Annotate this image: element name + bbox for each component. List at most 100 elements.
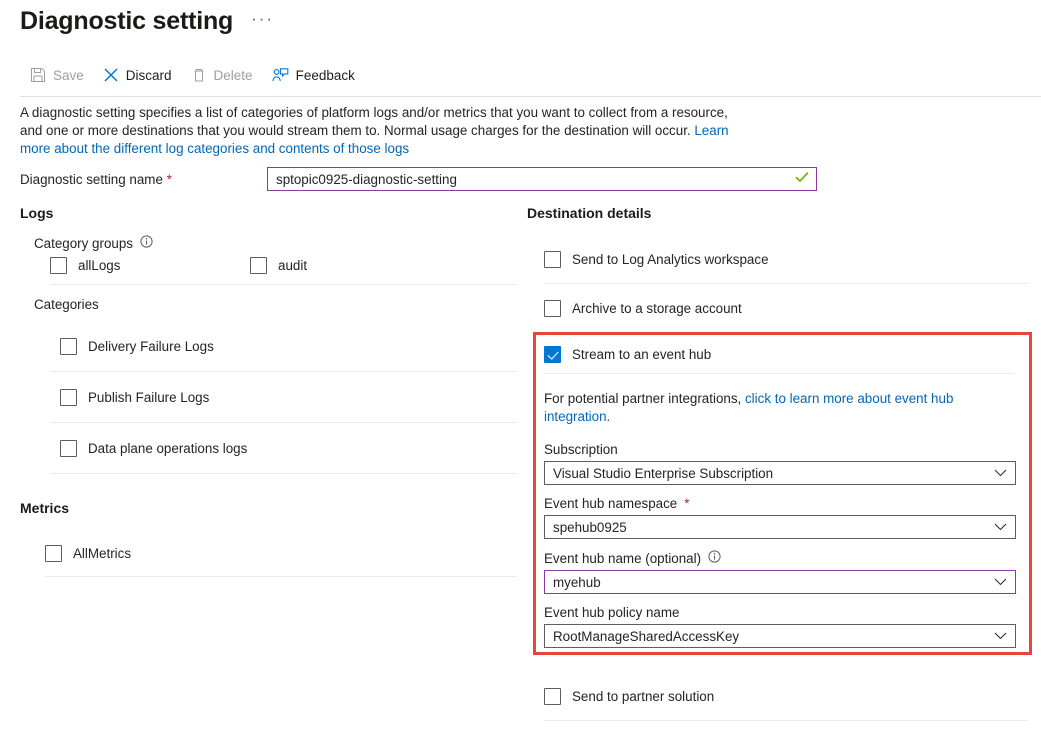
checkbox-label: Archive to a storage account [572,301,742,316]
chevron-down-icon [994,520,1007,535]
discard-label: Discard [126,68,172,83]
diagnostic-setting-name-field[interactable] [267,167,817,191]
category-groups-label-row: Category groups [34,235,517,251]
destination-column: Destination details Send to Log Analytic… [527,205,1028,333]
event-hub-name-label-row: Event hub name (optional) [544,550,1014,566]
category-groups-label: Category groups [34,236,133,251]
event-hub-namespace-label-row: Event hub namespace * [544,496,1014,511]
checkbox-data-plane-operations-logs[interactable]: Data plane operations logs [60,440,247,457]
destination-row-event-hub: Stream to an event hub [544,336,1014,373]
diagnostic-setting-name-row: Diagnostic setting name * [20,167,817,191]
save-icon [30,67,46,83]
more-options-ellipsis-icon[interactable]: ··· [247,6,278,36]
event-hub-policy-name-value: RootManageSharedAccessKey [553,629,739,644]
event-hub-name-dropdown[interactable]: myehub [544,570,1016,594]
event-hub-namespace-dropdown[interactable]: spehub0925 [544,515,1016,539]
chevron-down-icon [994,466,1007,481]
event-hub-name-label: Event hub name (optional) [544,551,701,566]
checkbox-label: Delivery Failure Logs [88,339,214,354]
categories-label: Categories [34,297,517,312]
subscription-dropdown[interactable]: Visual Studio Enterprise Subscription [544,461,1016,485]
save-label: Save [53,68,84,83]
partner-integration-note: For potential partner integrations, clic… [544,390,1014,426]
info-icon[interactable] [708,550,721,566]
checkbox-label: audit [278,258,307,273]
diagnostic-setting-name-label: Diagnostic setting name * [20,172,267,187]
diagnostic-setting-name-input[interactable] [268,168,816,190]
field-event-hub-policy-name: Event hub policy name RootManageSharedAc… [544,605,1014,648]
delete-label: Delete [214,68,253,83]
checkbox-send-to-partner-solution[interactable]: Send to partner solution [544,688,714,705]
event-hub-namespace-value: spehub0925 [553,520,627,535]
checkbox-stream-to-event-hub[interactable]: Stream to an event hub [544,346,711,363]
info-icon[interactable] [140,235,153,251]
checkbox-box [250,257,267,274]
checkbox-box [60,338,77,355]
diagnostic-setting-blade: Diagnostic setting ··· Save Discard Dele… [0,0,1041,729]
checkbox-publish-failure-logs[interactable]: Publish Failure Logs [60,389,209,406]
checkbox-delivery-failure-logs[interactable]: Delivery Failure Logs [60,338,214,355]
event-hub-policy-name-dropdown[interactable]: RootManageSharedAccessKey [544,624,1016,648]
discard-icon [103,67,119,83]
checkbox-allmetrics[interactable]: AllMetrics [45,545,131,562]
description-text: A diagnostic setting specifies a list of… [20,105,728,138]
delete-button[interactable]: Delete [183,63,264,87]
required-asterisk: * [167,172,172,187]
category-row-data-plane-operations-logs: Data plane operations logs [60,423,517,473]
checkbox-label: Send to Log Analytics workspace [572,252,769,267]
event-hub-policy-name-label: Event hub policy name [544,605,679,620]
partner-note-text: For potential partner integrations, [544,391,745,406]
event-hub-name-value: myehub [553,575,601,590]
trash-icon [191,67,207,83]
checkbox-label: AllMetrics [73,546,131,561]
checkbox-box [60,440,77,457]
destination-row-storage-account: Archive to a storage account [544,284,1028,332]
metrics-row-allmetrics: AllMetrics [45,530,517,576]
chevron-down-icon [994,629,1007,644]
discard-button[interactable]: Discard [95,63,183,87]
checkbox-box [45,545,62,562]
checkbox-box [50,257,67,274]
destination-row-partner-solution: Send to partner solution [544,672,1028,720]
checkbox-box [544,251,561,268]
required-asterisk: * [684,496,689,511]
checkbox-send-to-log-analytics[interactable]: Send to Log Analytics workspace [544,251,769,268]
page-title: Diagnostic setting [20,4,233,38]
checkbox-audit[interactable]: audit [250,257,307,274]
feedback-button[interactable]: Feedback [264,63,366,87]
logs-column: Logs Category groups allLogs audit Categ… [20,205,517,577]
field-event-hub-name: Event hub name (optional) myehub [544,550,1014,594]
checkbox-label: allLogs [78,258,120,273]
event-hub-policy-name-label-row: Event hub policy name [544,605,1014,620]
chevron-down-icon [994,575,1007,590]
checkbox-allLogs[interactable]: allLogs [50,257,250,274]
event-hub-divider [544,373,1014,374]
feedback-label: Feedback [296,68,355,83]
metrics-divider [45,576,517,577]
event-hub-namespace-label: Event hub namespace [544,496,677,511]
checkbox-box [544,688,561,705]
destination-row-log-analytics: Send to Log Analytics workspace [544,235,1028,283]
title-row: Diagnostic setting ··· [20,4,278,38]
logs-section-title: Logs [20,205,517,221]
checkbox-box [544,346,561,363]
checkbox-label: Stream to an event hub [572,347,711,362]
command-bar: Save Discard Delete Feedback [22,63,366,87]
metrics-section-title: Metrics [20,500,517,516]
category-row-publish-failure-logs: Publish Failure Logs [60,372,517,422]
destination-divider [544,332,1028,333]
save-button[interactable]: Save [22,63,95,87]
subscription-label: Subscription [544,442,618,457]
checkbox-label: Publish Failure Logs [88,390,209,405]
subscription-label-row: Subscription [544,442,1014,457]
subscription-value: Visual Studio Enterprise Subscription [553,466,773,481]
checkbox-label: Send to partner solution [572,689,714,704]
checkbox-archive-to-storage-account[interactable]: Archive to a storage account [544,300,742,317]
category-groups-row: allLogs audit [50,257,517,284]
blade-description: A diagnostic setting specifies a list of… [20,104,735,157]
destination-divider [544,720,1028,721]
checkbox-box [60,389,77,406]
category-divider [50,473,517,474]
checkbox-box [544,300,561,317]
field-event-hub-namespace: Event hub namespace * spehub0925 [544,496,1014,539]
